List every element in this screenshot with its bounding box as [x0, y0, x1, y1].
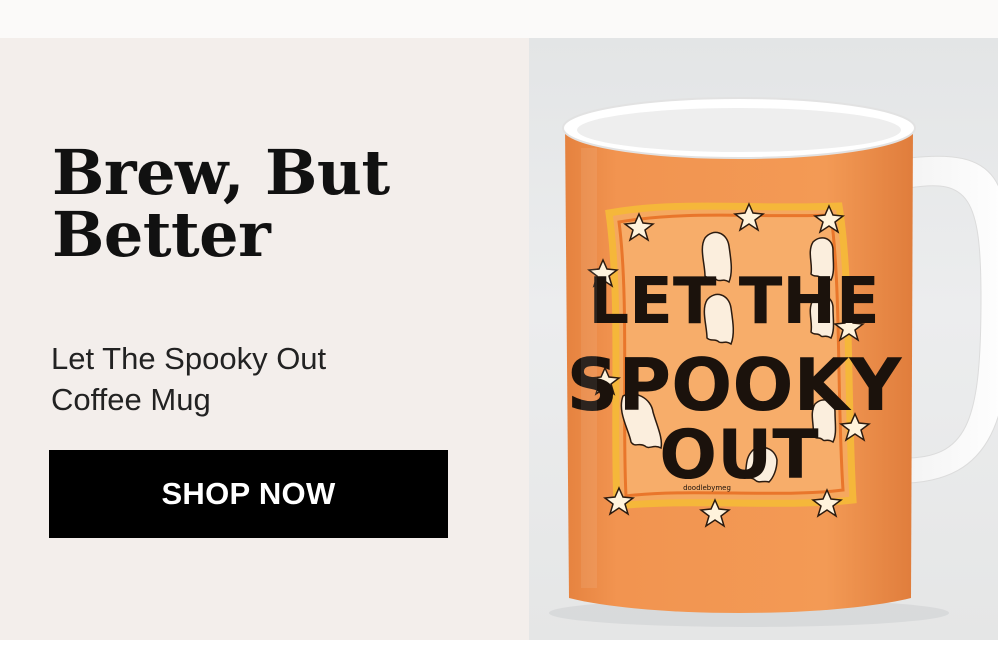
print-text-line-1: LET THE	[588, 265, 879, 339]
subtitle-line-1: Let The Spooky Out	[51, 341, 327, 376]
subtitle-line-2: Coffee Mug	[51, 382, 211, 417]
bottom-spacer	[0, 640, 998, 646]
mug-inside	[577, 108, 901, 152]
mug-highlight	[581, 148, 597, 588]
headline-line-2: Better	[52, 198, 271, 271]
print-text-line-2: SPOOKY	[567, 343, 903, 427]
shop-now-button[interactable]: SHOP NOW	[49, 450, 448, 538]
mug-image[interactable]: LET THE SPOOKY OUT doodlebymeg	[529, 38, 998, 640]
promo-banner[interactable]: Brew, But Better Let The Spooky Out Coff…	[0, 38, 998, 640]
artist-signature: doodlebymeg	[683, 484, 731, 492]
mug-handle	[908, 155, 998, 484]
headline: Brew, But Better	[52, 142, 492, 266]
top-spacer	[0, 0, 998, 38]
promo-text-panel: Brew, But Better Let The Spooky Out Coff…	[0, 38, 529, 640]
product-image-panel[interactable]: LET THE SPOOKY OUT doodlebymeg	[529, 38, 998, 640]
headline-line-1: Brew, But	[52, 136, 390, 209]
product-subtitle: Let The Spooky Out Coffee Mug	[51, 338, 491, 420]
